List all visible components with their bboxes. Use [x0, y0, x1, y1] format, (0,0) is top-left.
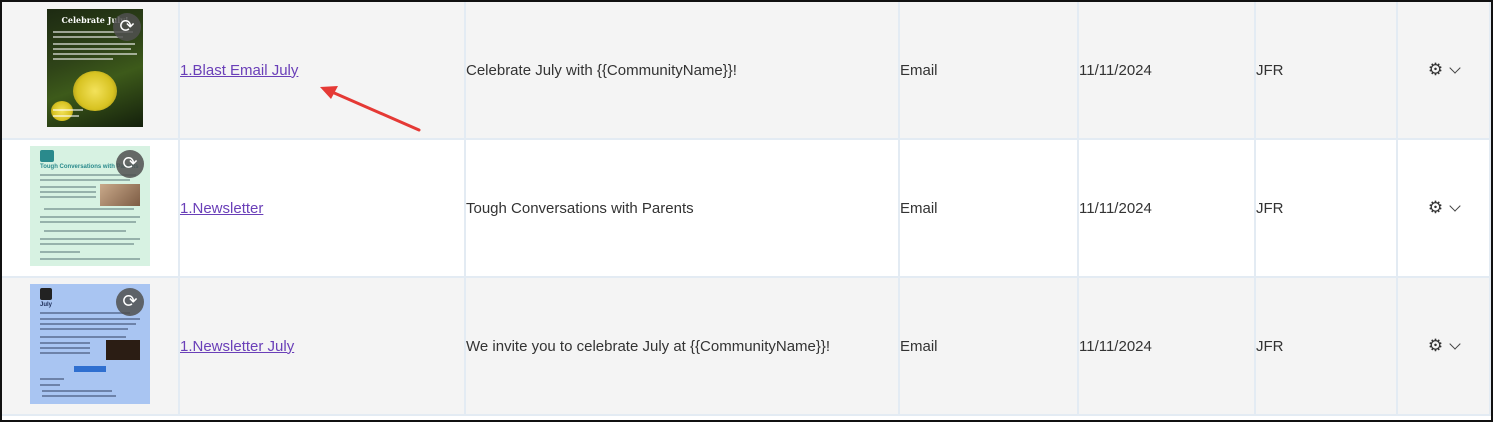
refresh-icon[interactable]: ⟳: [116, 288, 144, 316]
email-thumbnail[interactable]: July ⟳: [30, 284, 150, 404]
subject-cell: Celebrate July with {{CommunityName}}!: [465, 2, 900, 140]
name-cell: 1.Blast Email July: [179, 2, 466, 140]
chevron-down-icon: [1449, 62, 1461, 74]
templates-table: Celebrate July! ⟳ 1.Blast Email July Cel…: [2, 2, 1491, 416]
table-row: Tough Conversations with Parents ⟳ 1.New…: [2, 139, 1491, 278]
user-cell: JFR: [1255, 139, 1398, 278]
gear-icon: ⚙: [1427, 336, 1444, 356]
date-cell: 11/11/2024: [1078, 139, 1256, 278]
table-row: Celebrate July! ⟳ 1.Blast Email July Cel…: [2, 2, 1491, 140]
date-cell: 11/11/2024: [1078, 2, 1256, 140]
name-cell: 1.Newsletter: [179, 139, 466, 278]
actions-cell: ⚙: [1397, 2, 1491, 140]
refresh-icon[interactable]: ⟳: [116, 150, 144, 178]
row-actions-dropdown[interactable]: ⚙: [1427, 198, 1461, 218]
template-name-link[interactable]: 1.Newsletter July: [180, 338, 294, 355]
row-actions-dropdown[interactable]: ⚙: [1427, 336, 1461, 356]
templates-table-frame: Celebrate July! ⟳ 1.Blast Email July Cel…: [0, 0, 1493, 422]
template-name-link[interactable]: 1.Blast Email July: [180, 62, 298, 79]
row-actions-dropdown[interactable]: ⚙: [1427, 60, 1461, 80]
actions-cell: ⚙: [1397, 277, 1491, 416]
thumbnail-title: July: [40, 302, 53, 308]
email-thumbnail[interactable]: Celebrate July! ⟳: [47, 9, 143, 127]
date-cell: 11/11/2024: [1078, 277, 1256, 416]
user-cell: JFR: [1255, 277, 1398, 416]
type-cell: Email: [899, 277, 1079, 416]
chevron-down-icon: [1449, 200, 1461, 212]
subject-cell: Tough Conversations with Parents: [465, 139, 900, 278]
name-cell: 1.Newsletter July: [179, 277, 466, 416]
email-thumbnail[interactable]: Tough Conversations with Parents ⟳: [30, 146, 150, 266]
thumbnail-cell: July ⟳: [2, 277, 180, 416]
user-cell: JFR: [1255, 2, 1398, 140]
thumbnail-cell: Tough Conversations with Parents ⟳: [2, 139, 180, 278]
gear-icon: ⚙: [1427, 60, 1444, 80]
type-cell: Email: [899, 139, 1079, 278]
type-cell: Email: [899, 2, 1079, 140]
chevron-down-icon: [1449, 338, 1461, 350]
template-name-link[interactable]: 1.Newsletter: [180, 200, 263, 217]
actions-cell: ⚙: [1397, 139, 1491, 278]
refresh-icon[interactable]: ⟳: [113, 13, 141, 41]
gear-icon: ⚙: [1427, 198, 1444, 218]
thumbnail-cell: Celebrate July! ⟳: [2, 2, 180, 140]
subject-cell: We invite you to celebrate July at {{Com…: [465, 277, 900, 416]
table-row: July ⟳ 1.Newsletter July We invite you t…: [2, 277, 1491, 416]
